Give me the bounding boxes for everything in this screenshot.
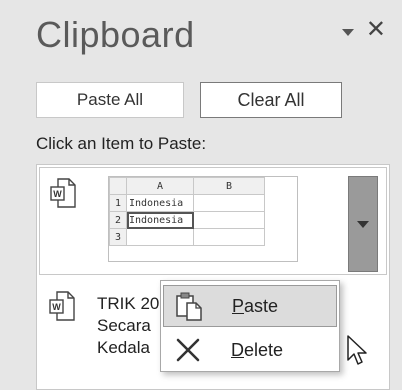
word-document-icon: W [50, 178, 76, 208]
item-dropdown-button[interactable] [348, 176, 378, 272]
pane-title-controls: ✕ [341, 18, 386, 42]
delete-x-icon [176, 338, 200, 362]
menu-item-delete[interactable]: Delete [163, 329, 337, 371]
row-number: 3 [109, 228, 127, 246]
table-row: 2 Indonesia [109, 211, 265, 229]
delete-label-rest: elete [244, 339, 284, 360]
table-cell: Indonesia [126, 211, 194, 229]
instruction-label: Click an Item to Paste: [36, 134, 207, 153]
context-menu: Paste Delete [160, 280, 340, 372]
word-document-icon: W [49, 291, 75, 321]
pane-title: Clipboard [36, 14, 195, 55]
table-cell [193, 228, 265, 246]
dropdown-triangle-icon [357, 220, 369, 228]
mouse-cursor-icon [347, 335, 367, 365]
close-icon[interactable]: ✕ [366, 18, 386, 42]
table-cell [193, 211, 265, 229]
paste-label-rest: aste [244, 295, 279, 316]
menu-item-paste[interactable]: Paste [163, 285, 337, 327]
column-header: A [126, 177, 194, 195]
svg-text:W: W [52, 302, 61, 312]
clear-all-button[interactable]: Clear All [200, 82, 342, 118]
paste-icon [176, 292, 202, 321]
spreadsheet-thumbnail: A B 1 Indonesia 2 Indonesia 3 [108, 176, 298, 262]
table-row: 1 Indonesia [109, 194, 265, 212]
table-cell: Indonesia [126, 194, 194, 212]
row-number: 2 [109, 211, 127, 229]
paste-accelerator: P [232, 295, 245, 316]
row-number: 1 [109, 194, 127, 212]
clipboard-item[interactable]: W A B 1 Indonesia 2 Indonesia 3 [39, 167, 387, 275]
svg-text:W: W [53, 189, 62, 199]
table-cell [126, 228, 194, 246]
delete-accelerator: D [231, 339, 244, 360]
table-corner [109, 177, 127, 195]
column-header: B [193, 177, 265, 195]
menu-label-paste: Paste [232, 296, 278, 317]
table-row: 3 [109, 228, 265, 246]
paste-all-button[interactable]: Paste All [36, 82, 184, 118]
table-cell [193, 194, 265, 212]
clipboard-item-text: TRIK 20 Secara Kedala [97, 294, 160, 357]
dropdown-triangle-icon[interactable] [341, 28, 354, 36]
menu-label-delete: Delete [231, 340, 283, 361]
thumbnail-table: A B 1 Indonesia 2 Indonesia 3 [109, 177, 265, 246]
